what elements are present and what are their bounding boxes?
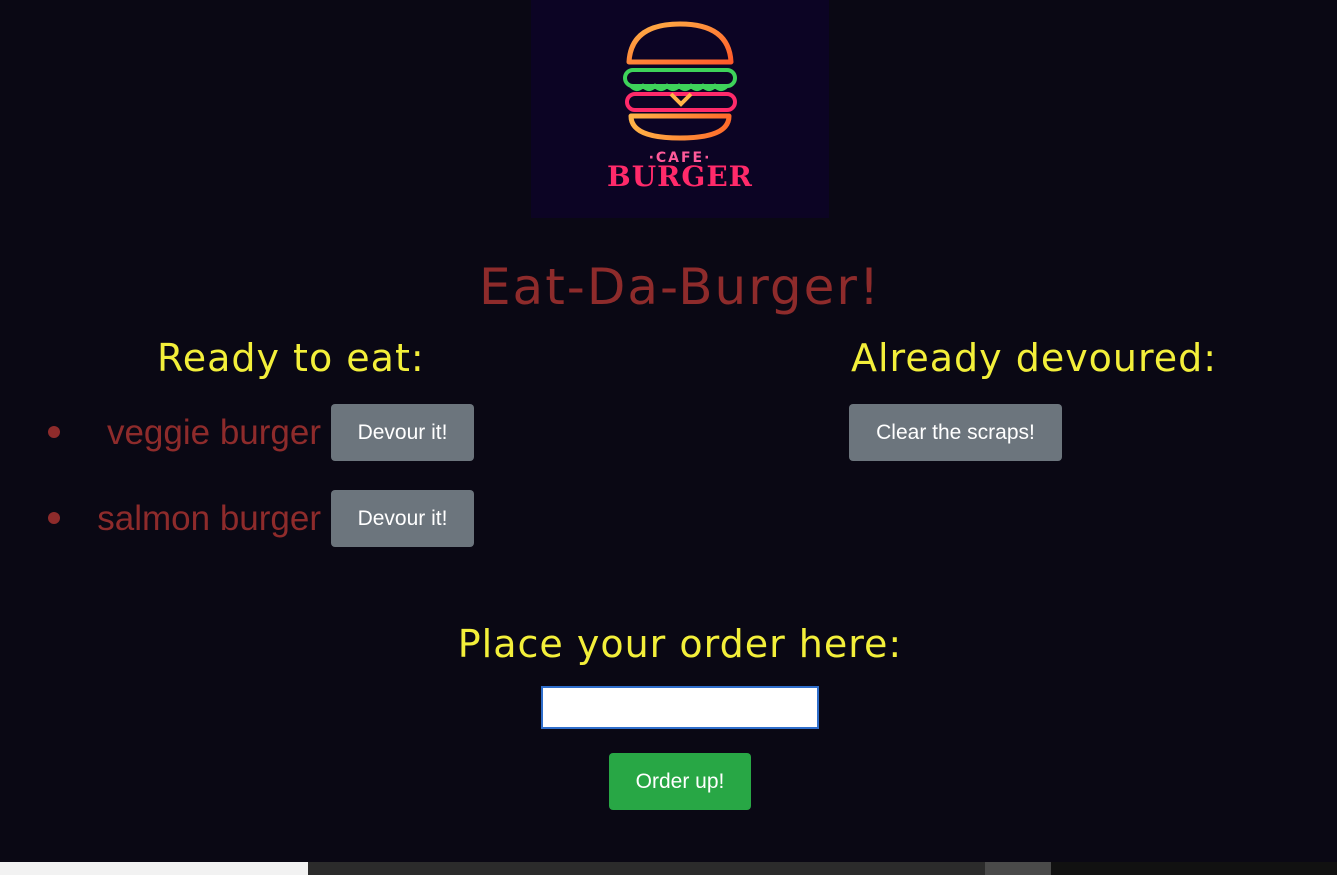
taskbar-segment bbox=[1051, 862, 1337, 875]
ready-to-eat-heading: Ready to eat: bbox=[157, 336, 425, 380]
page: ·CAFE· BURGER Eat-Da-Burger! Ready to ea… bbox=[0, 0, 1337, 875]
page-title: Eat-Da-Burger! bbox=[478, 258, 882, 316]
devour-button[interactable]: Devour it! bbox=[331, 490, 474, 547]
list-item: salmon burger Devour it! bbox=[40, 490, 474, 547]
list-item: veggie burger Devour it! bbox=[40, 404, 474, 461]
order-up-button[interactable]: Order up! bbox=[609, 753, 751, 810]
burger-logo-icon: ·CAFE· BURGER bbox=[607, 21, 753, 193]
taskbar-segment bbox=[0, 862, 308, 875]
bullet-icon bbox=[48, 512, 60, 524]
burger-name: salmon burger bbox=[97, 498, 321, 538]
taskbar-segment bbox=[308, 862, 985, 875]
already-devoured-heading: Already devoured: bbox=[851, 336, 1218, 380]
ready-burger-list: veggie burger Devour it! salmon burger D… bbox=[40, 404, 474, 576]
taskbar-segment bbox=[985, 862, 1051, 875]
clear-scraps-button[interactable]: Clear the scraps! bbox=[849, 404, 1062, 461]
logo-brand-text: BURGER bbox=[607, 160, 753, 193]
burger-order-input[interactable] bbox=[541, 686, 819, 729]
devour-button[interactable]: Devour it! bbox=[331, 404, 474, 461]
burger-name: veggie burger bbox=[106, 412, 321, 452]
cafe-burger-logo: ·CAFE· BURGER bbox=[531, 0, 829, 218]
taskbar bbox=[0, 862, 1337, 875]
place-order-heading: Place your order here: bbox=[457, 622, 903, 666]
bullet-icon bbox=[48, 426, 60, 438]
